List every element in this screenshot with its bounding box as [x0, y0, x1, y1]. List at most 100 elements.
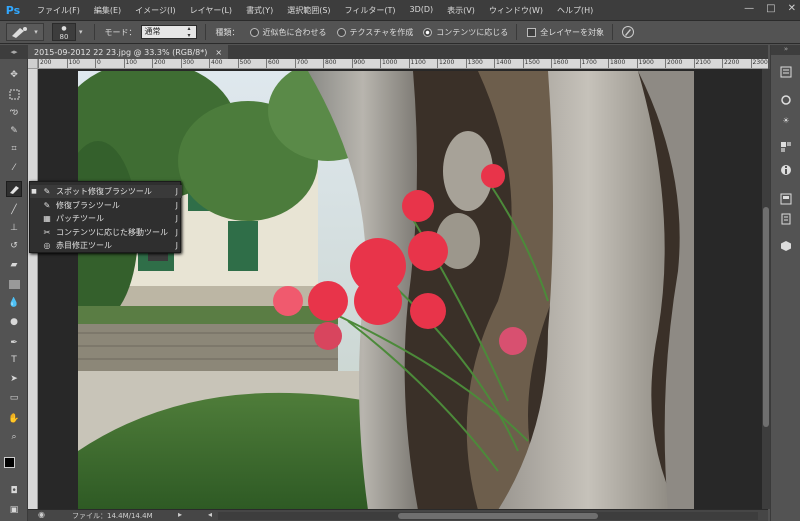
- properties-panel-icon[interactable]: ☀: [779, 113, 793, 127]
- pen-tool-icon[interactable]: ✒: [6, 335, 22, 351]
- hand-tool-icon[interactable]: ✋: [6, 411, 22, 427]
- ruler-tick-label: 1700: [579, 59, 597, 68]
- patch-tool-icon: ▦: [43, 214, 51, 223]
- menu-item-2[interactable]: イメージ(I): [128, 5, 182, 16]
- clone-stamp-tool-icon[interactable]: ⊥: [6, 220, 22, 236]
- selected-indicator-icon: ■: [31, 188, 37, 195]
- radio-content-aware-label: コンテンツに応じる: [436, 27, 509, 37]
- info-panel-icon[interactable]: [779, 163, 793, 177]
- move-tool-icon[interactable]: ✥: [6, 67, 22, 83]
- shortcut-key: J: [175, 200, 178, 210]
- menu-item-10[interactable]: ヘルプ(H): [550, 5, 600, 16]
- adjustments-panel-icon[interactable]: [779, 93, 793, 107]
- foreground-color-swatch[interactable]: [4, 457, 15, 468]
- ruler-tick-label: 1400: [494, 59, 511, 68]
- zoom-icon[interactable]: ◉: [38, 510, 45, 519]
- spot-healing-brush-icon: ✎: [43, 187, 51, 196]
- spot-healing-tool-icon[interactable]: [6, 181, 22, 197]
- dodge-tool-icon[interactable]: ●: [6, 314, 22, 330]
- vertical-scroll-thumb[interactable]: [763, 207, 769, 427]
- close-tab-icon[interactable]: ×: [215, 48, 222, 57]
- menu-item-8[interactable]: 表示(V): [440, 5, 482, 16]
- mode-select[interactable]: 通常: [140, 25, 197, 39]
- menu-item-5[interactable]: 選択範囲(S): [280, 5, 337, 16]
- menu-item-9[interactable]: ウィンドウ(W): [482, 5, 550, 16]
- menu-item-7[interactable]: 3D(D): [403, 5, 441, 16]
- zoom-tool-icon[interactable]: ⌕: [6, 429, 22, 445]
- menu-item-1[interactable]: 編集(E): [87, 5, 128, 16]
- horizontal-scroll-thumb[interactable]: [398, 513, 598, 519]
- document-canvas[interactable]: [78, 71, 694, 510]
- gradient-tool-icon[interactable]: [6, 276, 22, 292]
- 3d-panel-icon[interactable]: [779, 239, 793, 253]
- lasso-tool-icon[interactable]: ఌ: [6, 105, 22, 121]
- pressure-brush-icon[interactable]: [621, 25, 635, 39]
- sample-all-layers-checkbox[interactable]: [527, 27, 537, 37]
- red-eye-icon: ◎: [43, 241, 51, 250]
- blur-tool-icon[interactable]: 💧: [6, 295, 22, 311]
- dock-collapse-icon[interactable]: »: [771, 45, 800, 55]
- history-panel-icon[interactable]: [779, 65, 793, 79]
- ruler-tick-label: 2100: [693, 59, 711, 68]
- mode-label: モード：: [104, 27, 137, 37]
- options-bar: ▾ ● 80 ▾ モード： 通常 種類： 近似色に合わせる テクスチャを作成 コ…: [0, 20, 800, 44]
- flyout-item[interactable]: ✎ 修復ブラシツール J: [30, 199, 182, 212]
- shortcut-key: J: [175, 214, 178, 223]
- shortcut-key: J: [175, 187, 178, 196]
- ruler-origin[interactable]: [28, 59, 38, 69]
- eyedropper-tool-icon[interactable]: ⁄: [6, 160, 22, 176]
- ruler-tick-label: 800: [323, 59, 336, 68]
- radio-create-texture[interactable]: [336, 27, 346, 37]
- divider: [93, 24, 95, 40]
- brush-tool-icon[interactable]: ╱: [6, 202, 22, 218]
- type-label: 種類：: [215, 27, 240, 37]
- layers-tools-icon[interactable]: [779, 140, 793, 154]
- close-button[interactable]: ✕: [788, 3, 796, 14]
- scroll-left-arrow-icon[interactable]: ◂: [208, 510, 212, 519]
- quick-mask-icon[interactable]: ◘: [6, 483, 22, 499]
- menu-item-3[interactable]: レイヤー(L): [183, 5, 239, 16]
- history-brush-tool-icon[interactable]: ↺: [6, 238, 22, 254]
- ruler-tick-label: 1100: [408, 59, 426, 68]
- eraser-tool-icon[interactable]: ▰: [6, 257, 22, 273]
- flyout-item-label: スポット修復ブラシツール: [56, 187, 152, 196]
- maximize-button[interactable]: □: [766, 3, 775, 14]
- chevron-down-icon[interactable]: ▾: [79, 28, 83, 36]
- menu-item-4[interactable]: 書式(Y): [239, 5, 280, 16]
- window-controls: — □ ✕: [744, 3, 796, 14]
- type-tool-icon[interactable]: T: [6, 352, 22, 368]
- menu-item-0[interactable]: ファイル(F): [30, 5, 87, 16]
- flyout-item[interactable]: ✂ コンテンツに応じた移動ツール J: [30, 226, 182, 239]
- crop-tool-icon[interactable]: ⌗: [6, 141, 22, 157]
- marquee-tool-icon[interactable]: [6, 86, 22, 102]
- quick-selection-tool-icon[interactable]: ✎: [6, 123, 22, 139]
- tool-preset-picker[interactable]: ▾: [6, 23, 44, 41]
- brush-size-picker[interactable]: ● 80: [52, 23, 76, 41]
- flyout-item[interactable]: ▦ パッチツール J: [30, 212, 182, 225]
- ruler-tick-label: 2000: [665, 59, 682, 68]
- menu-item-6[interactable]: フィルター(T): [338, 5, 403, 16]
- document-tab[interactable]: 2015-09-2012 22 23.jpg @ 33.3% (RGB/8*) …: [28, 45, 229, 59]
- divider: [611, 24, 613, 40]
- radio-content-aware[interactable]: [423, 27, 433, 37]
- screen-mode-icon[interactable]: ▣: [6, 502, 22, 518]
- radio-proximity-match[interactable]: [249, 27, 259, 37]
- layers-panel-icon[interactable]: [779, 192, 793, 206]
- ruler-tick-label: 100: [66, 59, 80, 68]
- flyout-item-label: 赤目修正ツール: [56, 241, 112, 250]
- vertical-scrollbar[interactable]: [762, 69, 770, 509]
- ruler-tick-label: 1300: [465, 59, 483, 68]
- minimize-button[interactable]: —: [744, 3, 754, 14]
- horizontal-ruler: 200 100 0 100 200 300 400 500 600 700 800 900 1000 11…: [28, 59, 768, 69]
- channels-panel-icon[interactable]: [779, 212, 793, 226]
- horizontal-scrollbar[interactable]: [218, 512, 758, 520]
- ruler-tick-label: 600: [266, 59, 279, 68]
- flyout-item[interactable]: ◎ 赤目修正ツール J: [30, 239, 182, 252]
- flyout-item[interactable]: ■ ✎ スポット修復ブラシツール J: [30, 185, 182, 198]
- rectangle-tool-icon[interactable]: ▭: [6, 390, 22, 406]
- panel-collapse-icon[interactable]: ◂▸: [0, 45, 28, 59]
- path-selection-tool-icon[interactable]: ➤: [6, 371, 22, 387]
- ruler-tick-label: 900: [351, 59, 365, 68]
- ruler-tick-label: 0: [95, 59, 101, 68]
- status-menu-arrow-icon[interactable]: ▸: [178, 510, 182, 519]
